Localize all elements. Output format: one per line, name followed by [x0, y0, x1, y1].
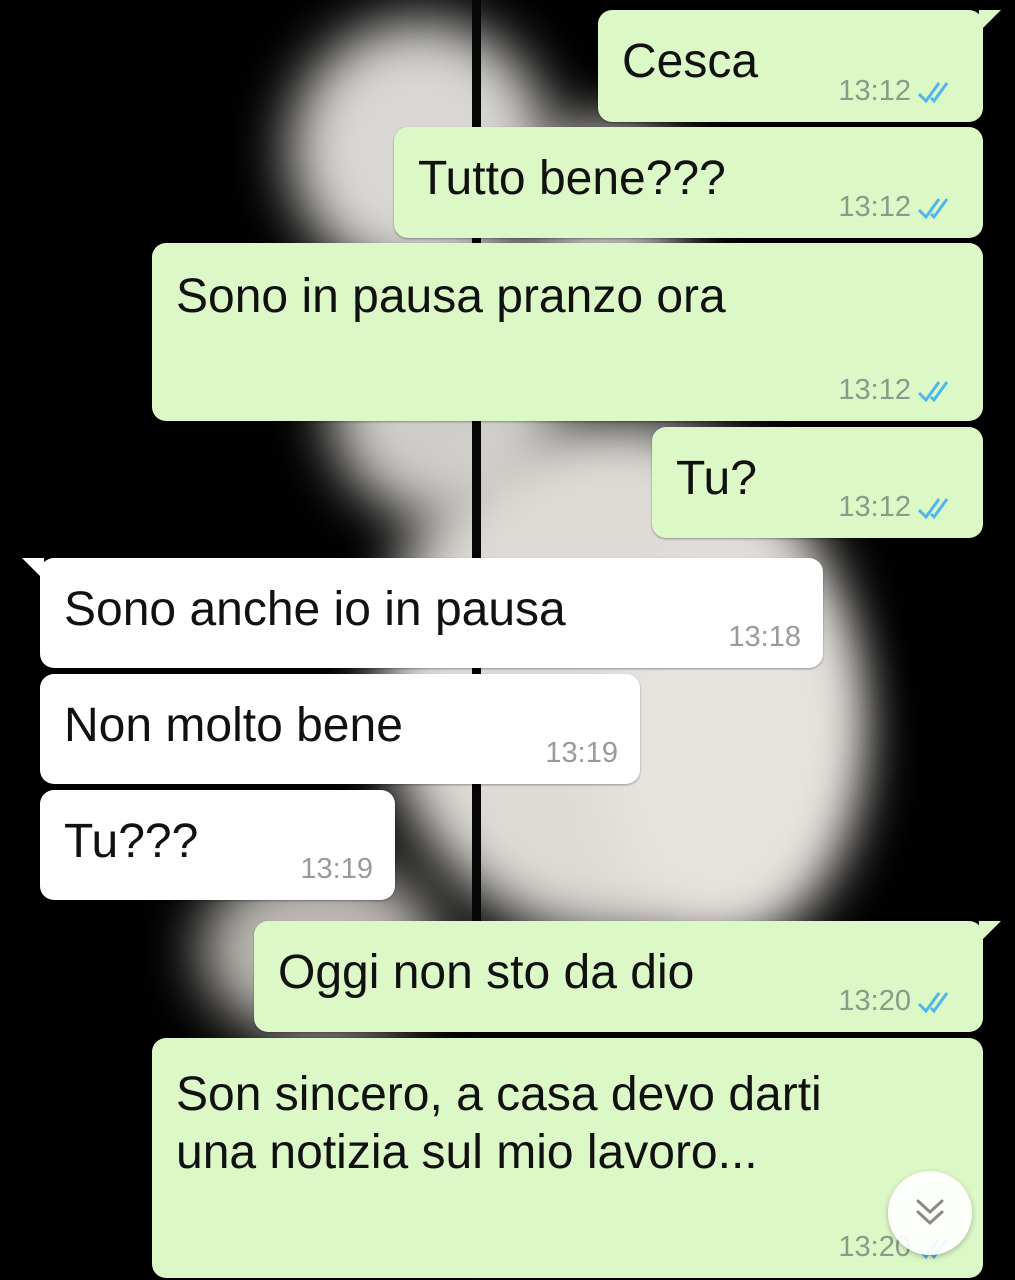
- message-time: 13:12: [838, 491, 911, 523]
- message-time: 13:12: [838, 75, 911, 107]
- message-meta: 13:12: [838, 374, 961, 407]
- message-time: 13:20: [838, 985, 911, 1017]
- message-text: Tu???: [64, 815, 199, 868]
- double-check-icon: [917, 991, 949, 1013]
- message-time: 13:18: [728, 621, 801, 653]
- message-outgoing[interactable]: Tu? 13:12: [652, 427, 983, 538]
- message-time: 13:12: [838, 191, 911, 223]
- double-check-icon: [917, 497, 949, 519]
- message-outgoing[interactable]: Oggi non sto da dio 13:20: [254, 921, 1001, 1032]
- scroll-to-bottom-button[interactable]: [888, 1171, 972, 1255]
- message-time: 13:12: [838, 374, 911, 406]
- message-time: 13:19: [545, 737, 618, 769]
- message-outgoing[interactable]: Sono in pausa pranzo ora 13:12: [152, 243, 983, 421]
- message-incoming[interactable]: Non molto bene 13:19: [40, 674, 640, 784]
- double-check-icon: [917, 380, 949, 402]
- message-outgoing[interactable]: Tutto bene??? 13:12: [394, 127, 983, 238]
- double-check-icon: [917, 81, 949, 103]
- message-outgoing[interactable]: Son sincero, a casa devo darti una notiz…: [152, 1038, 983, 1278]
- message-time: 13:19: [300, 853, 373, 885]
- message-incoming[interactable]: Tu??? 13:19: [40, 790, 395, 900]
- message-meta: 13:12: [838, 75, 961, 108]
- message-meta: 13:19: [545, 737, 618, 770]
- message-text: Sono in pausa pranzo ora: [176, 270, 726, 323]
- message-outgoing[interactable]: Cesca 13:12: [598, 10, 1001, 122]
- message-text: Son sincero, a casa devo darti una notiz…: [176, 1068, 822, 1179]
- message-text: Tutto bene???: [418, 152, 726, 205]
- message-text: Tu?: [676, 452, 757, 505]
- message-incoming[interactable]: Sono anche io in pausa 13:18: [22, 558, 823, 668]
- message-meta: 13:19: [300, 853, 373, 886]
- message-meta: 13:12: [838, 491, 961, 524]
- message-text: Cesca: [622, 35, 759, 88]
- message-text: Non molto bene: [64, 699, 403, 752]
- message-text: Oggi non sto da dio: [278, 946, 695, 999]
- message-meta: 13:18: [728, 621, 801, 654]
- message-meta: 13:20: [838, 985, 961, 1018]
- message-text: Sono anche io in pausa: [64, 583, 566, 636]
- double-chevron-down-icon: [916, 1199, 944, 1226]
- message-meta: 13:12: [838, 191, 961, 224]
- double-check-icon: [917, 197, 949, 219]
